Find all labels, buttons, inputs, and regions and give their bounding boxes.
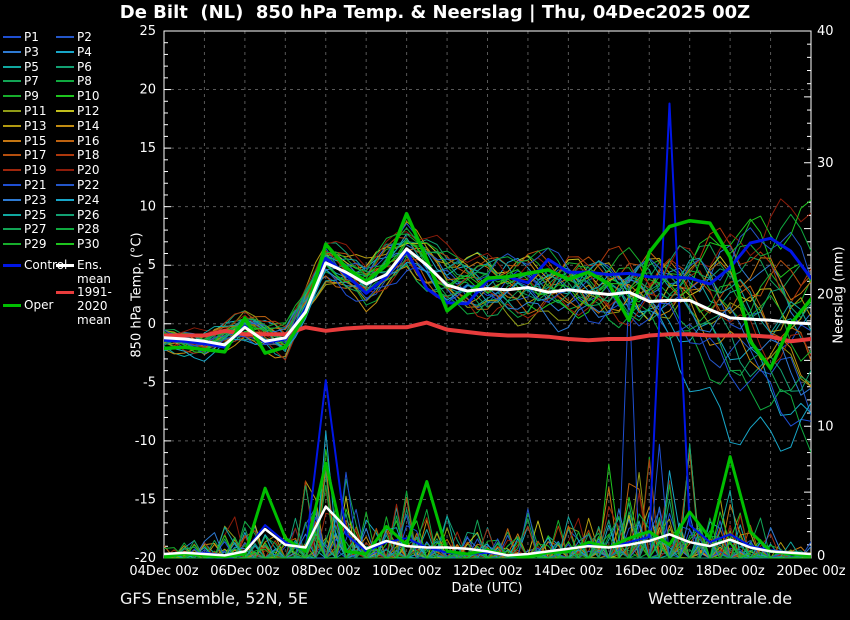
- x-tick-label: 04Dec 00z: [129, 564, 198, 579]
- y-right-tick-label: 10: [817, 419, 834, 434]
- x-tick-label: 14Dec 00z: [534, 564, 603, 579]
- x-tick-label: 16Dec 00z: [615, 564, 684, 579]
- y-left-tick-label: -15: [135, 492, 156, 507]
- y-left-tick-label: 20: [139, 83, 156, 98]
- meteogram: De Bilt (NL) 850 hPa Temp. & Neerslag | …: [0, 0, 850, 620]
- x-tick-label: 12Dec 00z: [453, 564, 522, 579]
- x-tick-label: 20Dec 00z: [776, 564, 845, 579]
- y-left-tick-label: 25: [139, 24, 156, 39]
- x-tick-label: 06Dec 00z: [210, 564, 279, 579]
- y-left-tick-label: 5: [148, 258, 156, 273]
- y-right-tick-label: 20: [817, 288, 834, 303]
- y-left-tick-label: 15: [139, 141, 156, 156]
- y-left-tick-label: -10: [135, 434, 156, 449]
- axis-ticks: [164, 42, 811, 547]
- ensemble-chart-svg: 2520151050-5-10-15-20 01020304004Dec 00z 0…: [129, 24, 845, 579]
- y-right-tick-label: 0: [817, 549, 825, 564]
- y-left-tick-label: 10: [139, 200, 156, 215]
- y-right-tick-label: 30: [817, 156, 834, 171]
- gridlines: [164, 31, 811, 558]
- y-left-tick-label: 0: [148, 317, 156, 332]
- x-tick-label: 18Dec 00z: [696, 564, 765, 579]
- y-right-tick-label: 40: [817, 24, 834, 39]
- y-left-tick-label: -5: [143, 375, 156, 390]
- x-tick-label: 08Dec 00z: [291, 564, 360, 579]
- x-tick-label: 10Dec 00z: [372, 564, 441, 579]
